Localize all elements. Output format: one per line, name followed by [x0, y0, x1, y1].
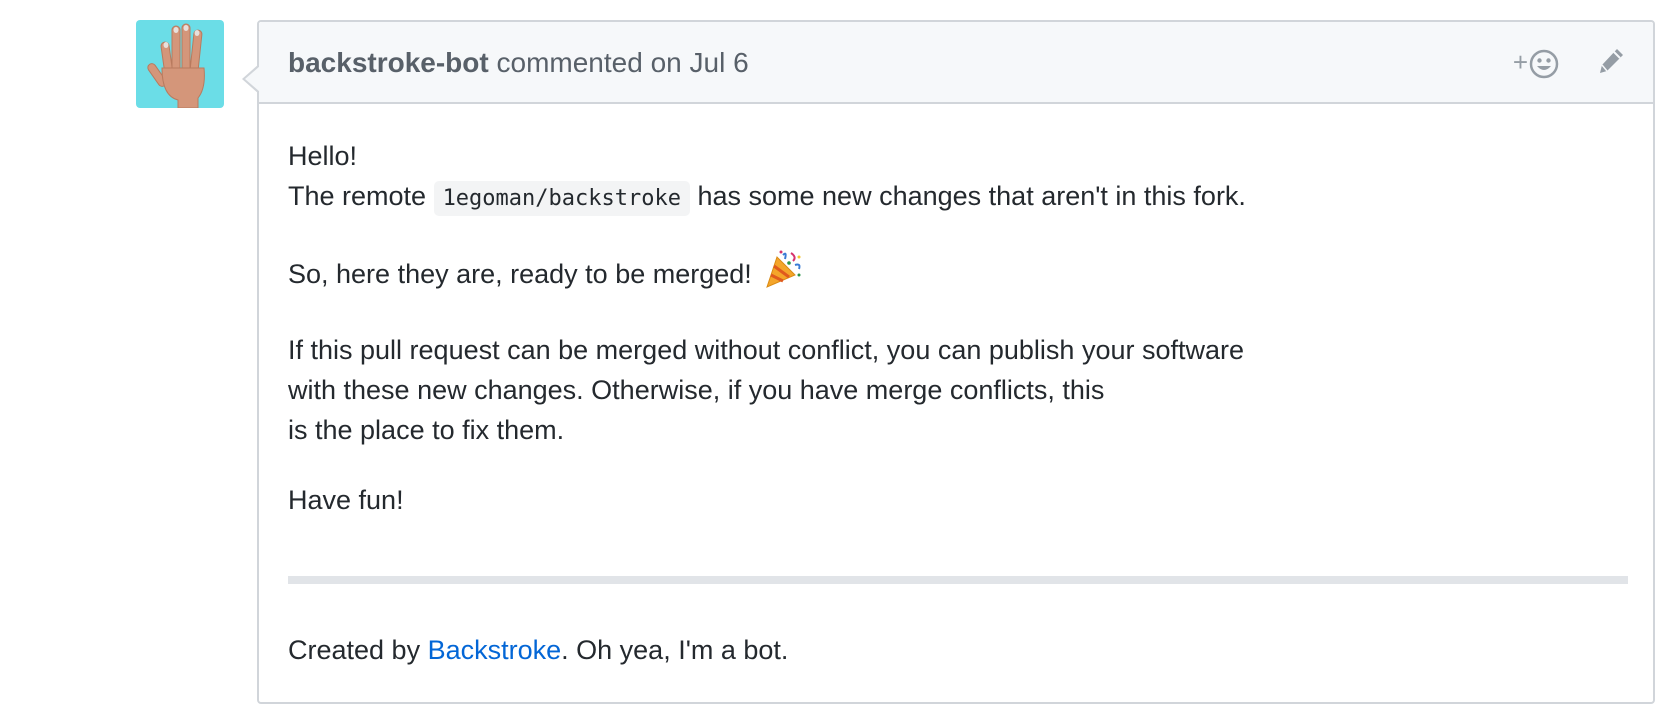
avatar[interactable]: [136, 20, 224, 108]
footer-text: Created by Backstroke. Oh yea, I'm a bot…: [288, 630, 1624, 670]
comment-header: backstroke-bot commented on Jul 6 +: [259, 22, 1653, 104]
comment-box: backstroke-bot commented on Jul 6 + Hell…: [242, 20, 1655, 704]
plus-icon: +: [1512, 46, 1528, 77]
instructions-line-1: If this pull request can be merged witho…: [288, 335, 1245, 365]
instructions-line-3: is the place to fix them.: [288, 415, 565, 445]
greeting-text: Hello!: [288, 141, 358, 171]
remote-suffix-text: has some new changes that aren't in this…: [689, 181, 1246, 211]
pencil-icon: [1600, 49, 1623, 73]
instructions-line-2: with these new changes. Otherwise, if yo…: [288, 375, 1105, 405]
footer-prefix: Created by: [288, 635, 428, 665]
comment-timestamp[interactable]: commented on Jul 6: [489, 47, 748, 78]
have-fun-paragraph: Have fun!: [288, 480, 1624, 520]
merged-paragraph: So, here they are, ready to be merged!: [288, 249, 1624, 300]
merged-text: So, here they are, ready to be merged!: [288, 259, 760, 289]
raised-hand-icon: [147, 23, 205, 108]
author-link[interactable]: backstroke-bot: [288, 47, 489, 78]
remote-prefix-text: The remote: [288, 181, 434, 211]
comment-body: Hello! The remote 1egoman/backstroke has…: [259, 104, 1653, 670]
add-reaction-button[interactable]: +: [1513, 49, 1559, 79]
have-fun-text: Have fun!: [288, 485, 404, 515]
comment-actions: +: [1513, 47, 1625, 80]
instructions-paragraph: If this pull request can be merged witho…: [288, 330, 1624, 450]
horizontal-rule: [288, 576, 1628, 584]
backstroke-link[interactable]: Backstroke: [428, 635, 562, 665]
smiley-icon: [1529, 49, 1559, 78]
edit-comment-button[interactable]: [1597, 47, 1625, 80]
party-popper-icon: [763, 249, 803, 300]
intro-paragraph: Hello! The remote 1egoman/backstroke has…: [288, 136, 1624, 219]
comment-meta: backstroke-bot commented on Jul 6: [288, 46, 749, 80]
footer-suffix: . Oh yea, I'm a bot.: [561, 635, 789, 665]
remote-code: 1egoman/backstroke: [433, 181, 690, 216]
